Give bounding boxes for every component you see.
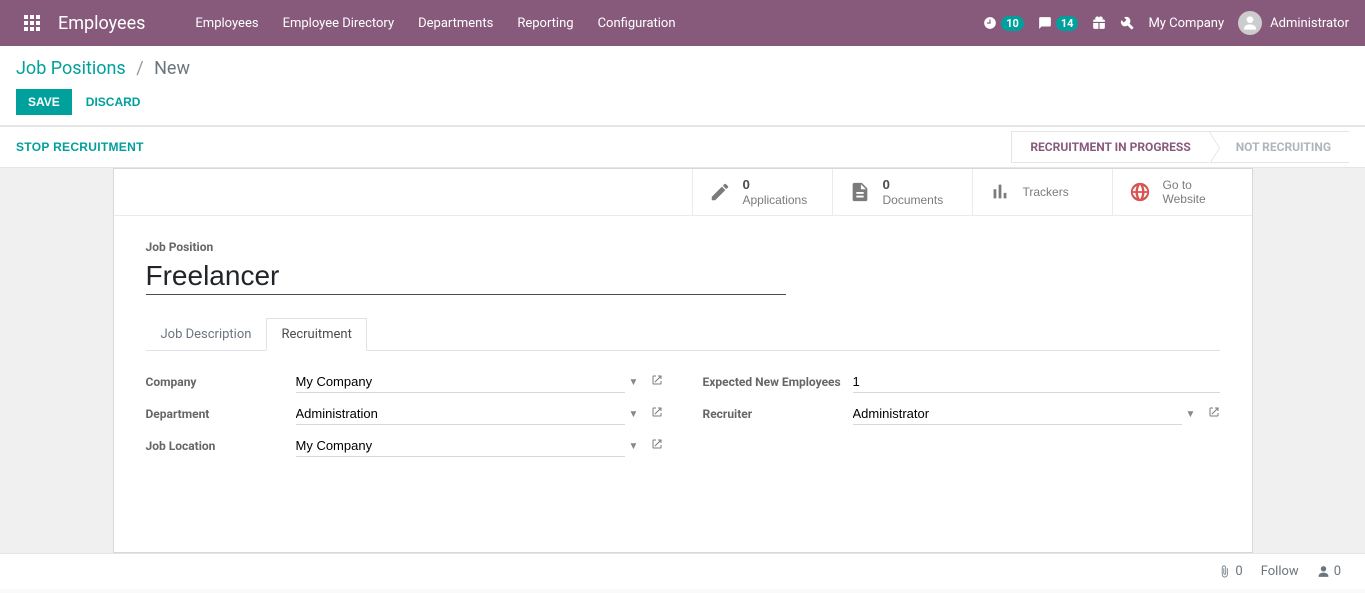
nav-right: 10 14 My Company Administrator: [983, 11, 1349, 35]
label-department: Department: [146, 407, 296, 421]
stop-recruitment-button[interactable]: STOP RECRUITMENT: [16, 140, 144, 154]
external-link-icon[interactable]: [651, 438, 663, 454]
globe-icon: [1129, 181, 1151, 203]
tabs: Job Description Recruitment: [146, 317, 1220, 351]
apps-icon[interactable]: [16, 15, 48, 31]
main-navbar: Employees Employees Employee Directory D…: [0, 0, 1365, 46]
breadcrumb-parent[interactable]: Job Positions: [16, 58, 126, 79]
status-in-progress[interactable]: RECRUITMENT IN PROGRESS: [1011, 131, 1208, 163]
nav-links: Employees Employee Directory Departments…: [185, 10, 685, 37]
timer-badge[interactable]: 10: [983, 16, 1024, 31]
stat-website[interactable]: Go to Website: [1112, 169, 1252, 215]
form-sheet: 0 Applications 0 Documents Trackers: [113, 168, 1253, 553]
status-steps: RECRUITMENT IN PROGRESS NOT RECRUITING: [1011, 131, 1349, 163]
app-brand[interactable]: Employees: [58, 13, 145, 34]
recruiter-input[interactable]: [853, 403, 1182, 425]
document-icon: [849, 181, 871, 203]
label-expected: Expected New Employees: [703, 375, 853, 391]
label-company: Company: [146, 375, 296, 389]
company-name[interactable]: My Company: [1148, 16, 1224, 31]
stat-documents[interactable]: 0 Documents: [832, 169, 972, 215]
status-bar: STOP RECRUITMENT RECRUITMENT IN PROGRESS…: [0, 126, 1365, 168]
attachments-count[interactable]: 0: [1218, 564, 1242, 579]
form-area: 0 Applications 0 Documents Trackers: [0, 168, 1365, 553]
breadcrumb-sep: /: [136, 58, 143, 79]
nav-employee-directory[interactable]: Employee Directory: [273, 10, 405, 37]
label-job-location: Job Location: [146, 439, 296, 453]
tab-content: Company ▼ Department ▼: [146, 351, 1220, 467]
avatar-icon: [1238, 11, 1262, 35]
control-panel: Job Positions / New SAVE DISCARD: [0, 46, 1365, 126]
user-menu[interactable]: Administrator: [1238, 11, 1349, 35]
row-recruiter: Recruiter ▼: [703, 403, 1220, 425]
bar-chart-icon: [989, 181, 1011, 203]
messages-badge[interactable]: 14: [1038, 16, 1079, 31]
attachment-icon: [1218, 565, 1231, 578]
row-company: Company ▼: [146, 371, 663, 393]
chevron-down-icon[interactable]: ▼: [629, 377, 641, 388]
job-location-input[interactable]: [296, 435, 625, 457]
tab-job-description[interactable]: Job Description: [146, 318, 267, 351]
pencil-icon: [709, 181, 731, 203]
save-button[interactable]: SAVE: [16, 89, 72, 115]
followers-count[interactable]: 0: [1317, 564, 1341, 579]
form-col-right: Expected New Employees Recruiter ▼: [703, 371, 1220, 467]
nav-configuration[interactable]: Configuration: [588, 10, 686, 37]
row-expected: Expected New Employees: [703, 371, 1220, 393]
department-input[interactable]: [296, 403, 625, 425]
row-department: Department ▼: [146, 403, 663, 425]
gift-icon[interactable]: [1092, 16, 1106, 30]
company-input[interactable]: [296, 371, 625, 393]
form-col-left: Company ▼ Department ▼: [146, 371, 663, 467]
nav-employees[interactable]: Employees: [185, 10, 268, 37]
stat-trackers[interactable]: Trackers: [972, 169, 1112, 215]
clock-icon: [983, 16, 997, 30]
sheet-body: Job Position Job Description Recruitment…: [114, 216, 1252, 507]
chatter-bar: 0 Follow 0: [0, 553, 1365, 589]
button-box: 0 Applications 0 Documents Trackers: [114, 169, 1252, 216]
row-job-location: Job Location ▼: [146, 435, 663, 457]
cp-buttons: SAVE DISCARD: [16, 89, 1349, 115]
nav-departments[interactable]: Departments: [408, 10, 503, 37]
status-not-recruiting[interactable]: NOT RECRUITING: [1209, 131, 1349, 163]
tab-recruitment[interactable]: Recruitment: [266, 318, 366, 351]
user-icon: [1317, 565, 1330, 578]
breadcrumb-current: New: [154, 58, 190, 79]
discard-button[interactable]: DISCARD: [86, 95, 141, 109]
expected-input[interactable]: [853, 371, 1220, 393]
follow-button[interactable]: Follow: [1261, 564, 1299, 579]
nav-reporting[interactable]: Reporting: [507, 10, 583, 37]
wrench-icon[interactable]: [1120, 16, 1134, 30]
job-position-input[interactable]: [146, 260, 786, 295]
external-link-icon[interactable]: [651, 406, 663, 422]
user-name: Administrator: [1270, 16, 1349, 31]
label-recruiter: Recruiter: [703, 407, 853, 421]
breadcrumb: Job Positions / New: [16, 58, 1349, 79]
external-link-icon[interactable]: [651, 374, 663, 390]
stat-applications[interactable]: 0 Applications: [692, 169, 832, 215]
job-position-label: Job Position: [146, 240, 1220, 254]
chevron-down-icon[interactable]: ▼: [629, 441, 641, 452]
chat-icon: [1038, 16, 1052, 30]
chevron-down-icon[interactable]: ▼: [629, 409, 641, 420]
external-link-icon[interactable]: [1208, 406, 1220, 422]
chevron-down-icon[interactable]: ▼: [1186, 409, 1198, 420]
